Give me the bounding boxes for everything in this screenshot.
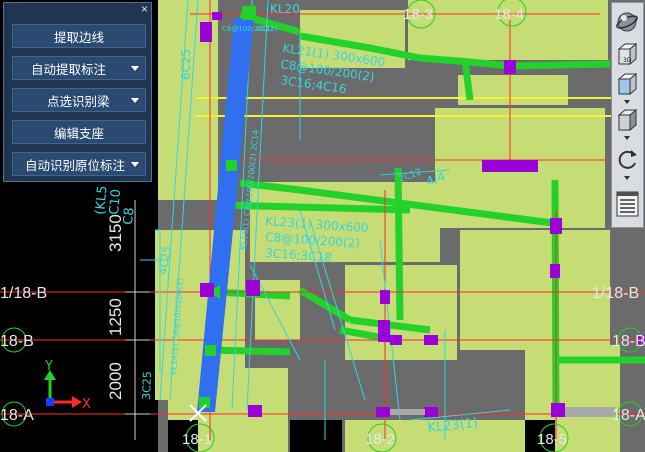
edit-support-button[interactable]: 编辑支座 — [12, 120, 146, 144]
cad-workspace[interactable]: Y X 18-3 18-4 18-1 18-2 18-5 1/18-B 18-B… — [0, 0, 645, 452]
chevron-down-icon[interactable] — [624, 136, 630, 140]
axis-bottom-18-1: 18-1 — [182, 431, 212, 448]
chevron-down-icon[interactable] — [624, 176, 630, 180]
annotation-4c12: 4C12 — [256, 25, 274, 33]
auto-identify-in-situ-labels-label: 自动识别原位标注 — [25, 158, 126, 173]
auto-identify-in-situ-labels-button[interactable]: 自动识别原位标注 — [12, 152, 146, 176]
annotation-kl20: KL20 — [270, 2, 300, 16]
layer-panel-icon[interactable] — [615, 189, 640, 219]
chevron-down-icon[interactable] — [131, 66, 139, 71]
axis-bottom-18-2: 18-2 — [365, 431, 395, 448]
panel-close-button[interactable]: × — [141, 2, 148, 16]
axis-top-18-3: 18-3 — [403, 6, 433, 23]
axis-right-18-b: 18-B — [612, 333, 645, 350]
view-iso-box-icon[interactable] — [615, 107, 640, 133]
auto-extract-labels-button[interactable]: 自动提取标注 — [12, 56, 146, 80]
recognition-tool-panel: × 提取边线 自动提取标注 点选识别梁 编辑支座 自动识别原位标注 — [3, 2, 152, 182]
orbit-globe-icon[interactable] — [615, 9, 640, 35]
edit-support-label: 编辑支座 — [53, 126, 104, 141]
axis-bottom-18-5: 18-5 — [537, 431, 567, 448]
chevron-down-icon[interactable] — [624, 100, 630, 104]
ucs-y-label: Y — [44, 359, 53, 374]
ucs-x-label: X — [82, 397, 91, 412]
axis-left-18-b: 18-B — [0, 333, 34, 350]
extract-edge-lines-button[interactable]: 提取边线 — [12, 24, 146, 48]
annotation-kl5-c8: C8 — [121, 207, 137, 226]
annotation-3c25: 3C25 — [140, 371, 154, 400]
chevron-down-icon[interactable] — [131, 98, 139, 103]
auto-extract-labels-label: 自动提取标注 — [31, 62, 107, 77]
rotate-icon[interactable] — [615, 146, 640, 172]
view-3d-box-icon[interactable]: 3D — [615, 41, 640, 67]
axis-right-1-18-b: 1/18-B — [592, 285, 639, 302]
extract-edge-lines-label: 提取边线 — [53, 30, 104, 45]
axis-left-1-18-b: 1/18-B — [0, 285, 47, 302]
view-3d-label: 3D — [623, 57, 632, 64]
pick-identify-beam-button[interactable]: 点选识别梁 — [12, 88, 146, 112]
chevron-down-icon[interactable] — [131, 162, 139, 167]
axis-top-18-4: 18-4 — [494, 6, 524, 23]
pick-identify-beam-label: 点选识别梁 — [47, 94, 110, 109]
dimension-1250: 1250 — [106, 298, 125, 336]
view-front-box-icon[interactable] — [615, 71, 640, 97]
view-toolbar: 3D — [611, 2, 644, 228]
dimension-2000: 2000 — [106, 362, 125, 400]
axis-right-18-a: 18-A — [612, 407, 645, 424]
annotation-6c25: 6C25 — [179, 49, 193, 80]
axis-left-18-a: 18-A — [0, 407, 34, 424]
